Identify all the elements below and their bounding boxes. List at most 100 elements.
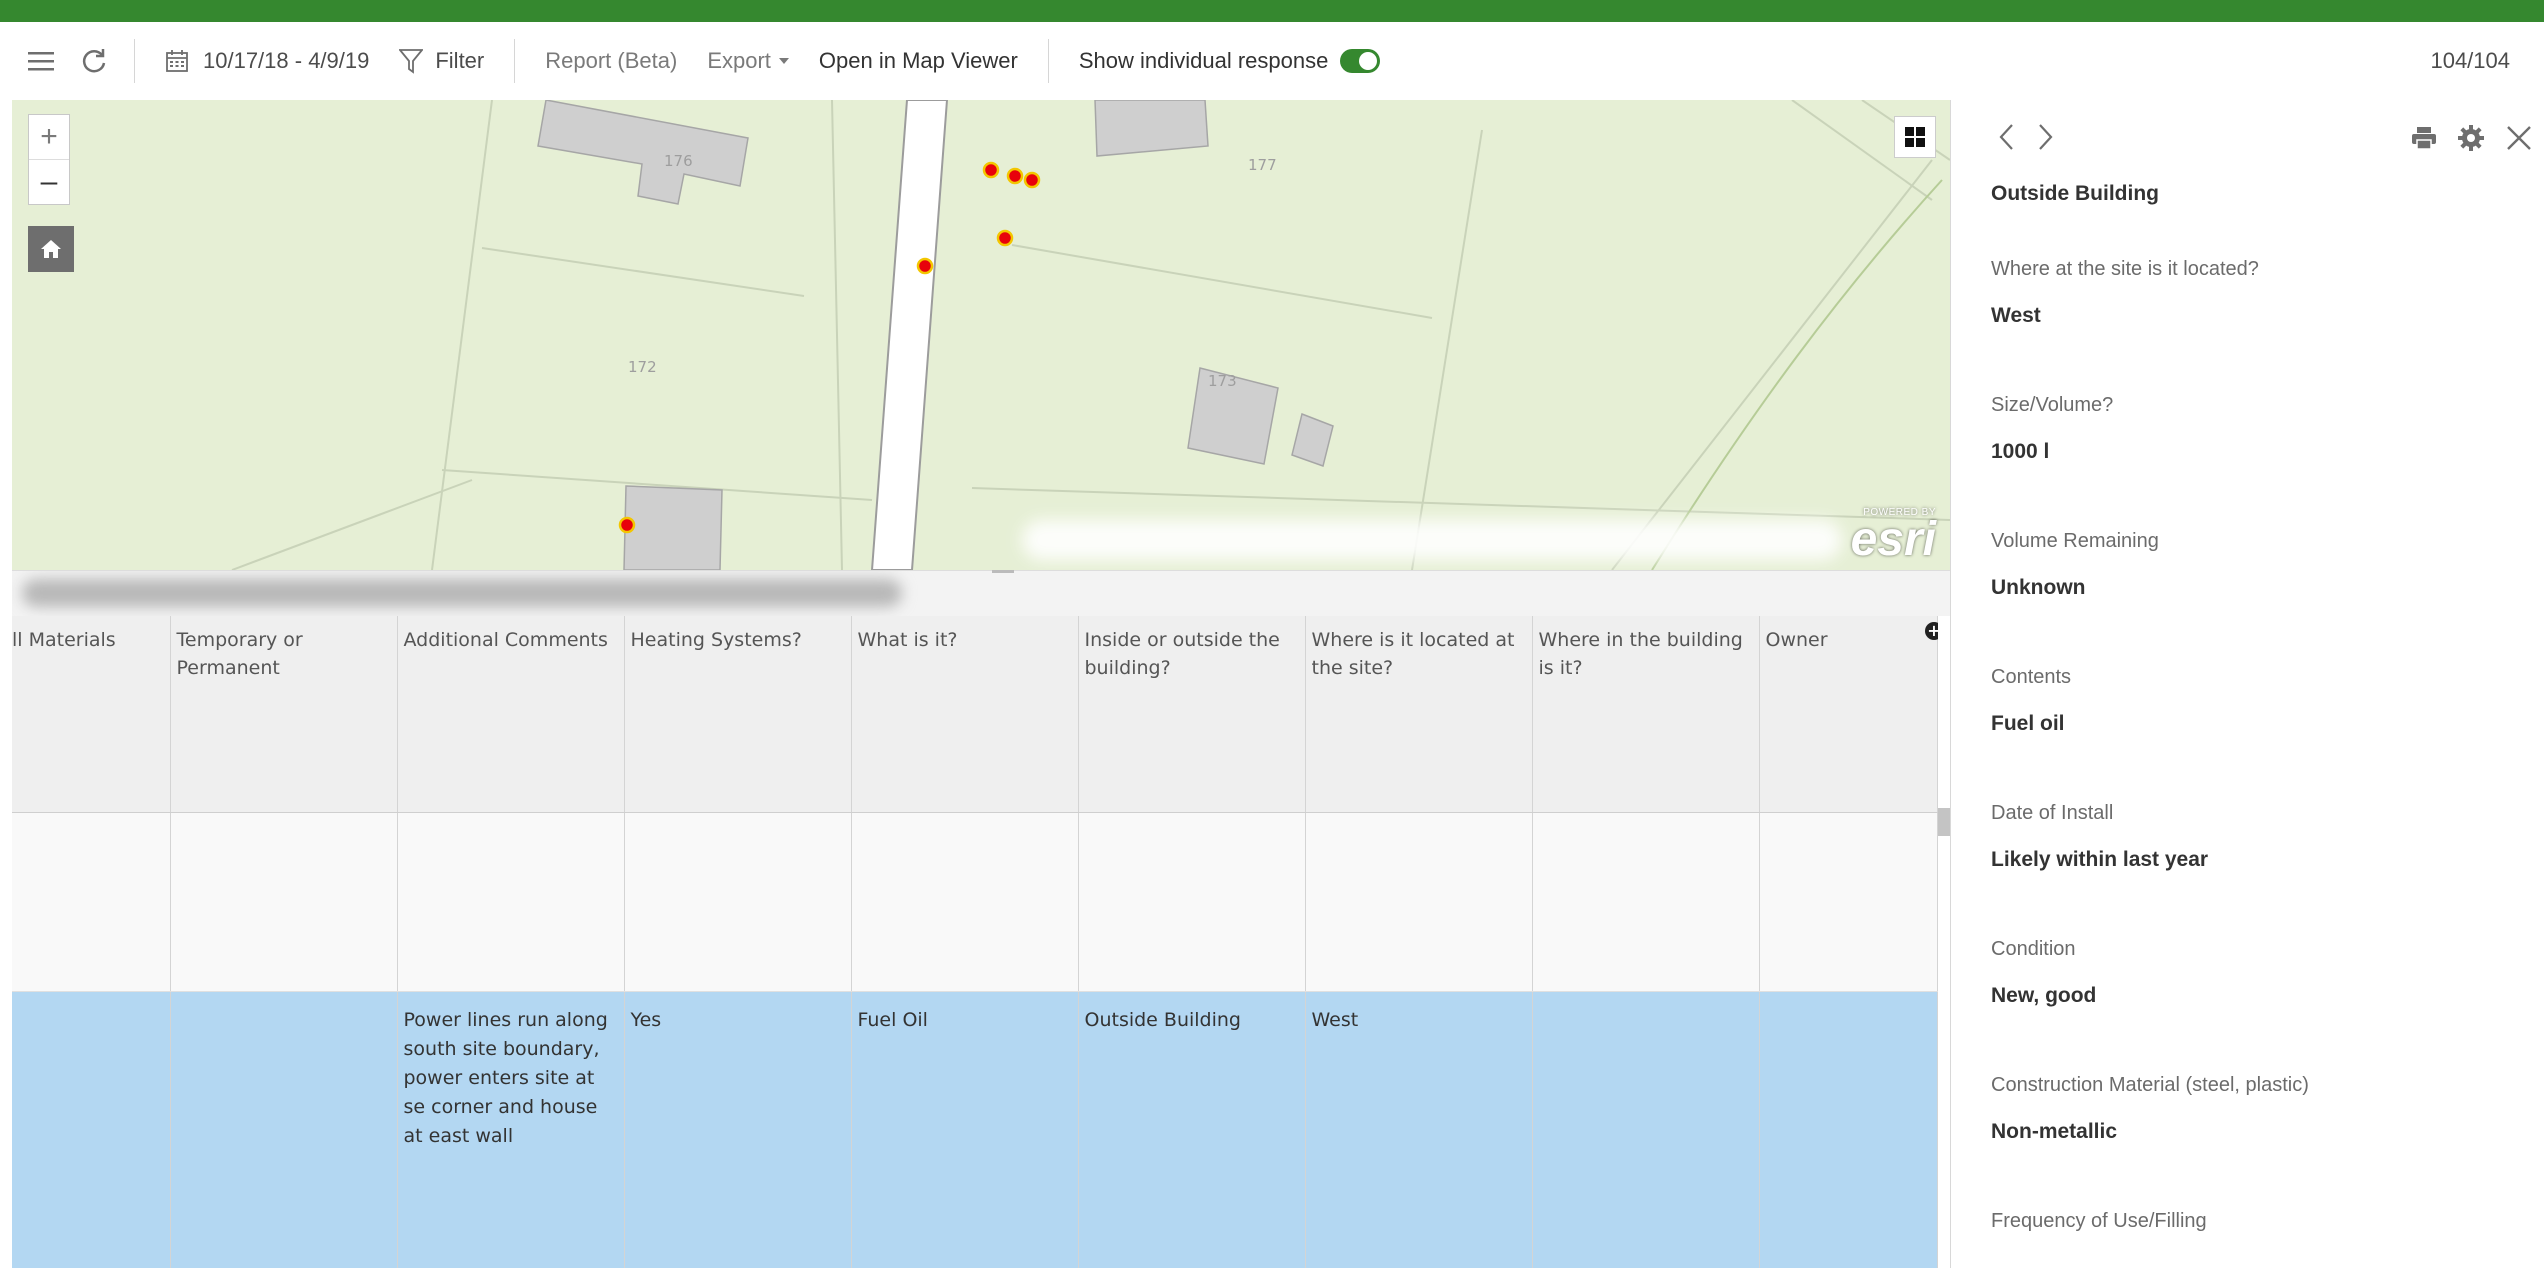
field-question: Construction Material (steel, plastic)	[1991, 1074, 2309, 1096]
zoom-control: + –	[28, 114, 70, 205]
menu-icon[interactable]	[28, 22, 54, 100]
column-header[interactable]: Inside or outside the building?	[1078, 616, 1306, 813]
table-scrollbar[interactable]	[1938, 616, 1950, 1268]
resize-handle[interactable]	[992, 570, 1014, 573]
field-group: Frequency of Use/Filling	[1991, 1176, 2531, 1268]
esri-attribution: POWERED BY esri	[1850, 507, 1936, 566]
field-value: Outside Building	[1991, 182, 2159, 205]
show-individual-response-toggle[interactable]: Show individual response	[1079, 22, 1381, 100]
date-range-button[interactable]: 10/17/18 - 4/9/19	[165, 22, 369, 100]
basemap-gallery-button[interactable]	[1894, 116, 1936, 158]
gear-icon[interactable]	[2457, 124, 2485, 157]
table-header-row: ll Materials Temporary or Permanent Addi…	[12, 616, 1938, 813]
table-row-selected[interactable]: Power lines run along south site boundar…	[12, 991, 1938, 1268]
table-cell	[1759, 991, 1938, 1268]
table-cell: Outside Building	[1078, 991, 1306, 1268]
field-group: Contents Fuel oil	[1991, 632, 2531, 768]
table-cell	[1305, 812, 1533, 992]
basemap: 176 177 172 173	[231, 100, 1950, 570]
table-cell	[851, 812, 1079, 992]
scrollbar-thumb[interactable]	[1938, 808, 1950, 836]
previous-icon[interactable]	[1997, 122, 2015, 157]
toolbar: 10/17/18 - 4/9/19 Filter Report (Beta) E…	[0, 22, 2544, 100]
filter-button[interactable]: Filter	[399, 22, 484, 100]
survey-point	[982, 161, 1000, 179]
report-label: Report (Beta)	[545, 48, 678, 73]
toggle-knob	[1359, 52, 1378, 70]
field-answer: 1000 l	[1991, 440, 2050, 463]
field-group: Size/Volume? 1000 l	[1991, 360, 2531, 496]
column-header[interactable]: Where is it located at the site?	[1305, 616, 1533, 813]
refresh-icon[interactable]	[80, 22, 108, 100]
toolbar-separator	[1047, 39, 1049, 83]
close-icon[interactable]	[2505, 124, 2533, 157]
column-header[interactable]: Temporary or Permanent	[170, 616, 398, 813]
field-answer: West	[1991, 304, 2041, 327]
next-icon[interactable]	[2037, 122, 2055, 157]
field-group: Where at the site is it located? West	[1991, 224, 2531, 360]
date-range-label: 10/17/18 - 4/9/19	[203, 48, 370, 73]
redacted-area	[1022, 520, 1842, 560]
field-answer: Unknown	[1991, 576, 2086, 599]
calendar-icon	[165, 49, 189, 73]
table-cell	[1078, 812, 1306, 992]
open-in-map-viewer-link[interactable]: Open in Map Viewer	[819, 22, 1018, 100]
column-header[interactable]: Additional Comments	[397, 616, 625, 813]
table-cell	[624, 812, 852, 992]
field-question: Size/Volume?	[1991, 394, 2114, 416]
field-group: Condition New, good	[1991, 904, 2531, 1040]
report-button[interactable]: Report (Beta)	[545, 22, 677, 100]
survey-point	[1006, 167, 1024, 185]
add-column-icon[interactable]: +	[1925, 622, 1938, 640]
table-cell	[1532, 812, 1760, 992]
survey-point	[618, 516, 636, 534]
parcel-label: 173	[1208, 372, 1237, 390]
field-question: Contents	[1991, 666, 2072, 688]
column-header[interactable]: ll Materials	[12, 616, 171, 813]
column-header[interactable]: Owner	[1759, 616, 1938, 813]
show-individual-response-label: Show individual response	[1078, 48, 1329, 73]
field-question: Where at the site is it located?	[1991, 258, 2259, 280]
table-cell	[1532, 991, 1760, 1268]
map-view[interactable]: 176 177 172 173 + – POWERED BY esri	[12, 100, 1950, 570]
field-answer	[1991, 1246, 2531, 1256]
print-icon[interactable]	[2411, 126, 2437, 155]
home-button[interactable]	[28, 226, 74, 272]
table-cell	[1759, 812, 1938, 992]
column-header[interactable]: Where in the building is it?	[1532, 616, 1760, 813]
open-in-map-viewer-label: Open in Map Viewer	[818, 48, 1018, 73]
survey-point	[1023, 171, 1041, 189]
home-icon	[40, 238, 62, 260]
table-cell: Power lines run along south site boundar…	[397, 991, 625, 1268]
table-cell: Yes	[624, 991, 852, 1268]
caret-down-icon	[778, 58, 789, 64]
parcel-label: 176	[664, 152, 693, 170]
field-answer: Likely within last year	[1991, 848, 2209, 871]
field-question: Date of Install	[1991, 802, 2114, 824]
table-cell	[12, 812, 171, 992]
field-answer: Non-metallic	[1991, 1120, 2118, 1143]
table-cell: West	[1305, 991, 1533, 1268]
table-cell	[397, 812, 625, 992]
panel-content: Outside Building Where at the site is it…	[1991, 172, 2531, 1268]
filter-icon	[399, 48, 424, 74]
zoom-in-button[interactable]: +	[29, 115, 69, 159]
table-row[interactable]	[12, 812, 1938, 992]
column-header[interactable]: What is it?	[851, 616, 1079, 813]
field-question: Frequency of Use/Filling	[1991, 1210, 2207, 1232]
grid-icon	[1905, 127, 1925, 147]
zoom-out-button[interactable]: –	[29, 159, 69, 204]
parcel-label: 172	[628, 358, 657, 376]
field-question: Volume Remaining	[1991, 530, 2159, 552]
column-header[interactable]: Heating Systems?	[624, 616, 852, 813]
esri-logo: esri	[1850, 513, 1936, 566]
export-dropdown[interactable]: Export	[707, 22, 789, 100]
response-detail-panel: Outside Building Where at the site is it…	[1951, 100, 2544, 1268]
toggle-switch[interactable]	[1340, 49, 1381, 73]
parcel-label: 177	[1248, 156, 1277, 174]
top-accent-bar	[0, 0, 2544, 22]
table-cell	[170, 812, 398, 992]
table-title-bar	[12, 570, 1950, 618]
toolbar-separator	[514, 39, 516, 83]
export-label: Export	[707, 48, 771, 73]
